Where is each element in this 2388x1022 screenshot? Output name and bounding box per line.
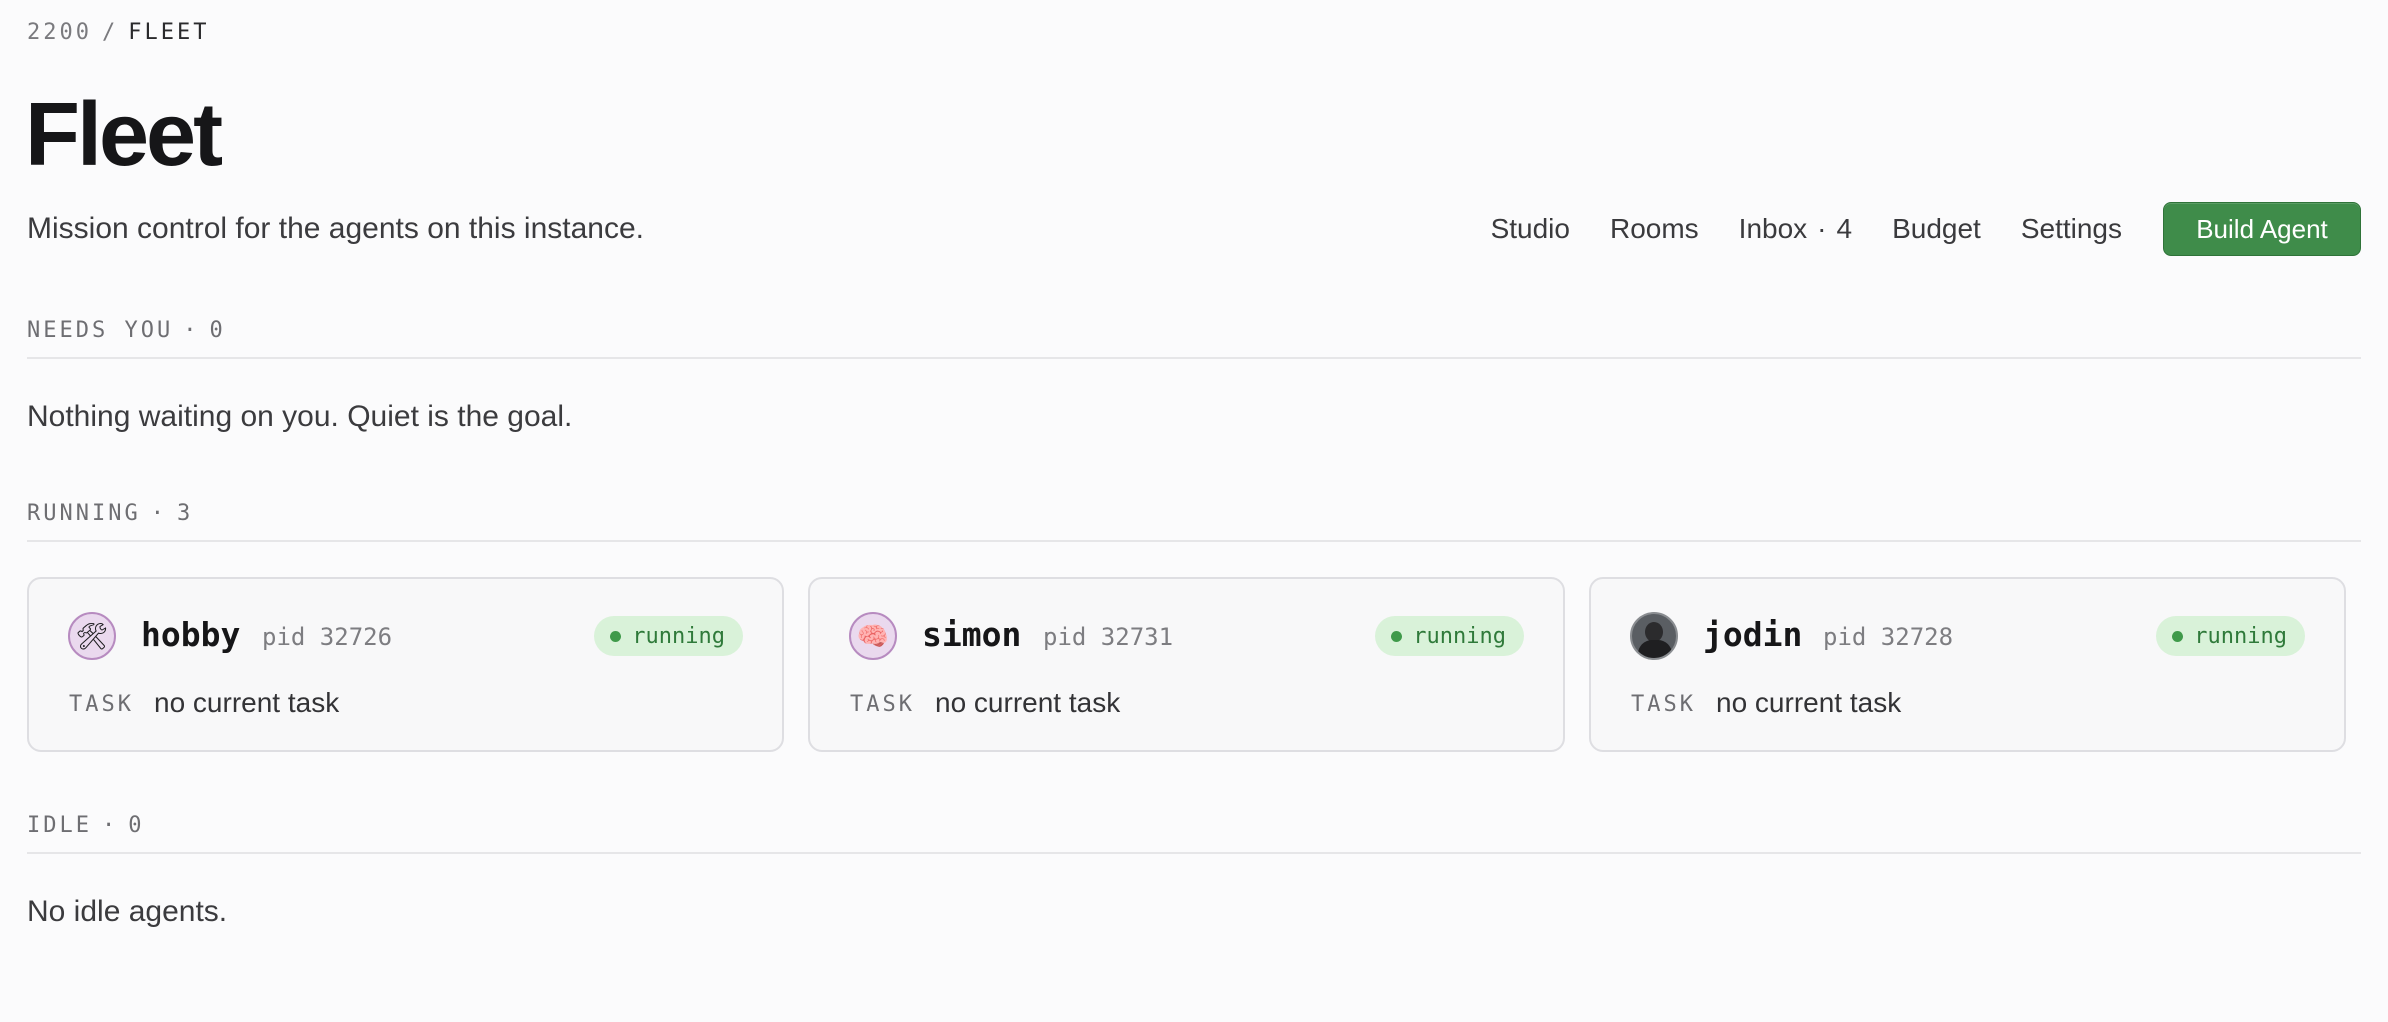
section-count: 0 bbox=[128, 813, 145, 838]
status-badge: running bbox=[594, 616, 743, 656]
agent-card-jodin[interactable]: jodin pid 32728 running TASK no current … bbox=[1589, 577, 2346, 752]
agent-name: jodin bbox=[1703, 615, 1803, 654]
section-separator: · bbox=[150, 501, 167, 526]
section-separator: · bbox=[101, 813, 119, 838]
agent-pid: pid 32726 bbox=[262, 623, 393, 651]
breadcrumb-separator: / bbox=[101, 20, 119, 45]
section-label: RUNNING bbox=[27, 501, 141, 526]
brain-icon: 🧠 bbox=[849, 612, 897, 660]
breadcrumb-current: FLEET bbox=[128, 20, 210, 45]
avatar-head bbox=[1645, 622, 1663, 642]
page-title: Fleet bbox=[25, 85, 223, 185]
section-label: IDLE bbox=[27, 813, 92, 838]
page-subtitle: Mission control for the agents on this i… bbox=[27, 212, 644, 245]
status-dot-icon bbox=[610, 630, 622, 642]
task-label: TASK bbox=[69, 692, 134, 717]
section-count: 3 bbox=[176, 501, 194, 526]
running-agents: 🛠 hobby pid 32726 running TASK no curren… bbox=[27, 577, 2346, 752]
needs-you-empty-text: Nothing waiting on you. Quiet is the goa… bbox=[27, 400, 573, 433]
agent-name: hobby bbox=[141, 615, 241, 654]
nav-settings[interactable]: Settings bbox=[2021, 213, 2122, 245]
avatar bbox=[1630, 612, 1678, 660]
agent-pid: pid 32728 bbox=[1823, 623, 1954, 651]
breadcrumb: 2200 / FLEET bbox=[27, 20, 209, 45]
status-badge: running bbox=[1375, 616, 1524, 656]
section-separator: · bbox=[183, 318, 200, 343]
status-badge: running bbox=[2156, 616, 2305, 656]
hammer-wrench-icon: 🛠 bbox=[68, 612, 116, 660]
task-value: no current task bbox=[935, 687, 1121, 718]
section-heading-idle: IDLE · 0 bbox=[27, 813, 2361, 854]
status-dot-icon bbox=[2172, 630, 2184, 642]
nav-studio[interactable]: Studio bbox=[1491, 213, 1570, 245]
nav-budget[interactable]: Budget bbox=[1892, 213, 1981, 245]
breadcrumb-root[interactable]: 2200 bbox=[27, 20, 92, 45]
agent-card-simon[interactable]: 🧠 simon pid 32731 running TASK no curren… bbox=[808, 577, 1565, 752]
status-text: running bbox=[1413, 623, 1506, 649]
task-label: TASK bbox=[1631, 692, 1696, 717]
nav-inbox-separator: · bbox=[1817, 213, 1827, 244]
section-label: NEEDS YOU bbox=[27, 318, 174, 343]
agent-card-hobby[interactable]: 🛠 hobby pid 32726 running TASK no curren… bbox=[27, 577, 784, 752]
top-nav: Studio Rooms Inbox · 4 Budget Settings Bui… bbox=[1491, 202, 2361, 256]
nav-inbox-label: Inbox bbox=[1738, 213, 1808, 244]
section-count: 0 bbox=[209, 318, 226, 343]
idle-empty-text: No idle agents. bbox=[27, 895, 228, 928]
status-dot-icon bbox=[1391, 630, 1403, 642]
fleet-page: 2200 / FLEET Fleet Mission control for the… bbox=[0, 0, 2388, 1022]
nav-inbox-count: 4 bbox=[1836, 213, 1853, 244]
task-value: no current task bbox=[154, 687, 340, 718]
avatar-body bbox=[1638, 640, 1672, 658]
build-agent-button[interactable]: Build Agent bbox=[2163, 202, 2361, 256]
task-value: no current task bbox=[1716, 687, 1902, 718]
nav-inbox[interactable]: Inbox · 4 bbox=[1739, 213, 1852, 245]
task-label: TASK bbox=[850, 692, 915, 717]
agent-name: simon bbox=[922, 615, 1022, 654]
status-text: running bbox=[2194, 623, 2287, 649]
agent-pid: pid 32731 bbox=[1043, 623, 1174, 651]
status-text: running bbox=[632, 623, 725, 649]
section-heading-needs-you: NEEDS YOU · 0 bbox=[27, 318, 2361, 359]
nav-rooms[interactable]: Rooms bbox=[1610, 213, 1699, 245]
section-heading-running: RUNNING · 3 bbox=[27, 501, 2361, 542]
